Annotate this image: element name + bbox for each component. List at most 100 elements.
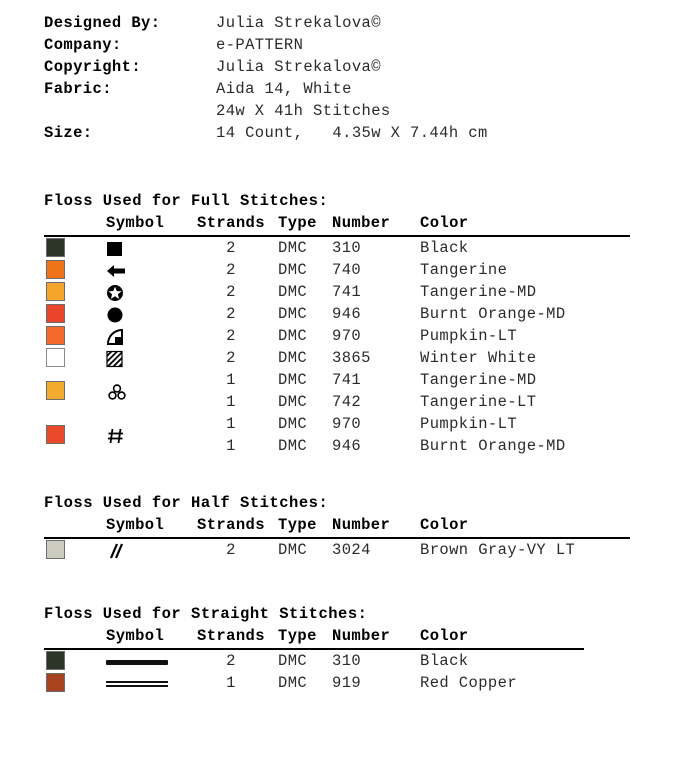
- half-stitches-title: Floss Used for Half Stitches:: [44, 494, 329, 512]
- column-header-type: Type: [278, 627, 317, 645]
- number-value: 3865: [332, 349, 371, 367]
- color-name-value: Burnt Orange-MD: [420, 305, 566, 323]
- thick-line-icon: [106, 660, 168, 665]
- column-header-type: Type: [278, 214, 317, 232]
- info-row: 24w X 41h Stitches: [44, 102, 488, 124]
- number-value: 919: [332, 674, 362, 692]
- symbol-cell: [106, 282, 166, 302]
- type-value: DMC: [278, 349, 308, 367]
- strands-value: 2: [226, 261, 236, 279]
- color-name-value: Winter White: [420, 349, 537, 367]
- table-row: 1 DMC 970 Pumpkin-LT: [44, 413, 684, 444]
- info-label: Designed By:: [44, 14, 161, 32]
- straight-stitches-rows: 2 DMC 310 Black 1 DMC 919 Red Copper: [44, 650, 684, 694]
- table-row: 1 DMC 919 Red Copper: [44, 672, 684, 694]
- type-value: DMC: [278, 674, 308, 692]
- strands-value: 1: [226, 393, 236, 411]
- double-slash-icon: [106, 542, 166, 560]
- type-value: DMC: [278, 283, 308, 301]
- half-stitches-table: Symbol Strands Type Number Color 2 DMC 302…: [44, 516, 684, 561]
- info-label: Copyright:: [44, 58, 142, 76]
- info-value: Julia Strekalova©: [216, 14, 381, 32]
- info-label: Fabric:: [44, 80, 112, 98]
- type-value: DMC: [278, 261, 308, 279]
- table-header-row: Symbol Strands Type Number Color: [44, 516, 684, 537]
- type-value: DMC: [278, 541, 308, 559]
- table-row: 2 DMC 970 Pumpkin-LT: [44, 325, 684, 347]
- strands-value: 1: [226, 415, 236, 433]
- pattern-info-block: Designed By: Julia Strekalova© Company: e-P…: [44, 14, 488, 146]
- info-value: 24w X 41h Stitches: [216, 102, 391, 120]
- full-stitches-title: Floss Used for Full Stitches:: [44, 192, 329, 210]
- info-value: 14 Count, 4.35w X 7.44h cm: [216, 124, 488, 142]
- number-value: 946: [332, 437, 362, 455]
- symbol-cell: [106, 348, 166, 368]
- column-header-number: Number: [332, 214, 391, 232]
- symbol-cell: [106, 326, 166, 346]
- column-header-color: Color: [420, 516, 469, 534]
- type-value: DMC: [278, 393, 308, 411]
- half-stitches-section: Floss Used for Half Stitches: Symbol Str…: [44, 494, 684, 561]
- column-header-strands: Strands: [197, 214, 265, 232]
- straight-stitches-section: Floss Used for Straight Stitches: Symbol…: [44, 605, 684, 694]
- table-row: 2 DMC 741 Tangerine-MD: [44, 281, 684, 303]
- column-header-strands: Strands: [197, 627, 265, 645]
- type-value: DMC: [278, 239, 308, 257]
- strands-value: 2: [226, 239, 236, 257]
- color-swatch: [46, 260, 65, 279]
- table-row: 2 DMC 3024 Brown Gray-VY LT: [44, 539, 684, 561]
- type-value: DMC: [278, 371, 308, 389]
- symbol-cell: [106, 540, 166, 560]
- column-header-symbol: Symbol: [106, 214, 165, 232]
- color-name-value: Pumpkin-LT: [420, 327, 518, 345]
- star-in-circle-icon: [106, 284, 166, 302]
- info-label: Size:: [44, 124, 93, 142]
- column-header-color: Color: [420, 627, 469, 645]
- color-name-value: Tangerine-LT: [420, 393, 537, 411]
- type-value: DMC: [278, 437, 308, 455]
- info-row: Fabric: Aida 14, White: [44, 80, 488, 102]
- number-value: 741: [332, 371, 362, 389]
- strands-value: 2: [226, 305, 236, 323]
- color-swatch: [46, 673, 65, 692]
- strands-value: 2: [226, 652, 236, 670]
- strands-value: 1: [226, 371, 236, 389]
- color-swatch: [46, 238, 65, 257]
- column-header-color: Color: [420, 214, 469, 232]
- number-value: 970: [332, 327, 362, 345]
- number-value: 742: [332, 393, 362, 411]
- column-header-number: Number: [332, 627, 391, 645]
- info-row: Company: e-PATTERN: [44, 36, 488, 58]
- symbol-cell: [106, 260, 166, 280]
- info-row: Copyright: Julia Strekalova©: [44, 58, 488, 80]
- table-row: 2 DMC 740 Tangerine: [44, 259, 684, 281]
- strands-value: 2: [226, 541, 236, 559]
- type-value: DMC: [278, 305, 308, 323]
- symbol-cell: [106, 673, 168, 687]
- info-row: Size: 14 Count, 4.35w X 7.44h cm: [44, 124, 488, 146]
- table-row: 1 DMC 742 Tangerine-LT: [44, 391, 684, 413]
- info-value: Julia Strekalova©: [216, 58, 381, 76]
- color-name-value: Burnt Orange-MD: [420, 437, 566, 455]
- quarter-pie-icon: [106, 328, 166, 346]
- filled-square-icon: [106, 240, 166, 258]
- color-name-value: Brown Gray-VY LT: [420, 541, 576, 559]
- color-swatch: [46, 304, 65, 323]
- strands-value: 2: [226, 283, 236, 301]
- full-stitches-rows: 2 DMC 310 Black 2 DMC 740 Tangerine 2 DMC 741 Tange…: [44, 237, 684, 457]
- number-value: 310: [332, 652, 362, 670]
- number-value: 970: [332, 415, 362, 433]
- strands-value: 2: [226, 327, 236, 345]
- table-header-row: Symbol Strands Type Number Color: [44, 214, 684, 235]
- info-row: Designed By: Julia Strekalova©: [44, 14, 488, 36]
- color-name-value: Black: [420, 652, 469, 670]
- color-name-value: Red Copper: [420, 674, 518, 692]
- strands-value: 1: [226, 674, 236, 692]
- column-header-number: Number: [332, 516, 391, 534]
- color-name-value: Tangerine: [420, 261, 508, 279]
- column-header-strands: Strands: [197, 516, 265, 534]
- table-row: 1 DMC 946 Burnt Orange-MD: [44, 435, 684, 457]
- left-arrow-icon: [106, 262, 166, 280]
- color-name-value: Pumpkin-LT: [420, 415, 518, 433]
- info-label: Company:: [44, 36, 122, 54]
